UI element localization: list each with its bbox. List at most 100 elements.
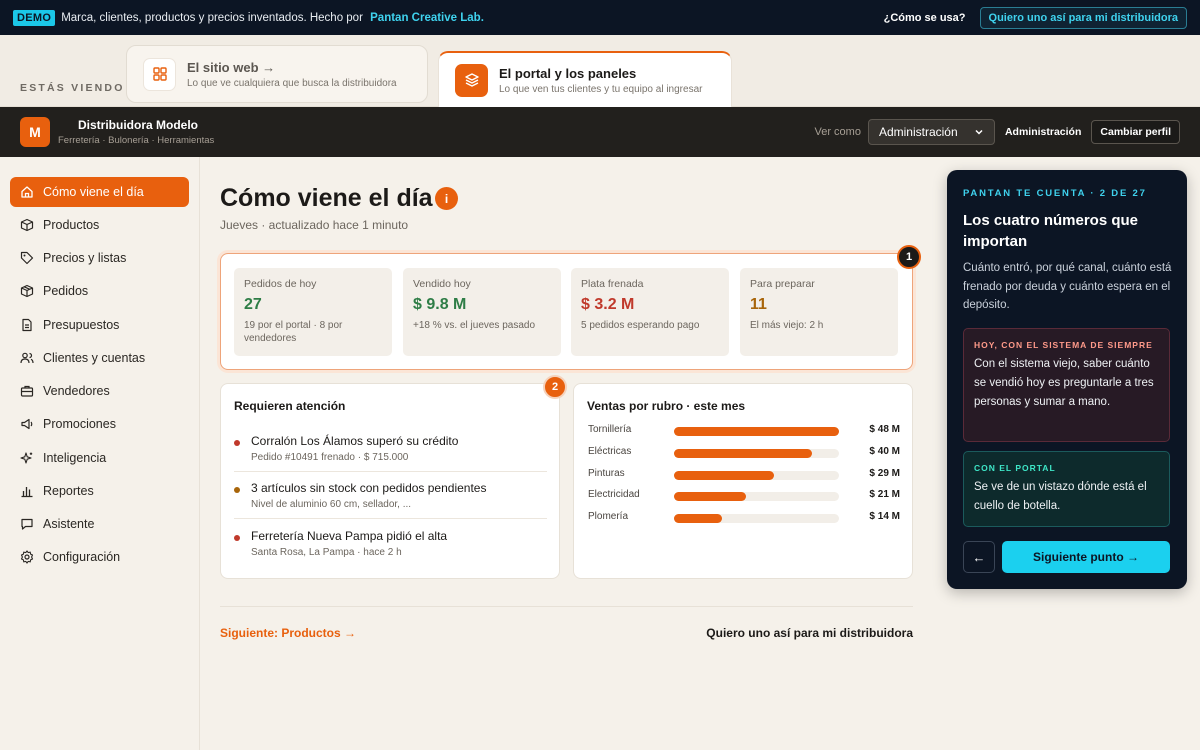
- alert-item[interactable]: Ferretería Nueva Pampa pidió el alta San…: [234, 529, 547, 558]
- users-icon: [20, 352, 34, 364]
- tour-title: Los cuatro números que importan: [963, 212, 1139, 250]
- page-title: Cómo viene el día: [220, 184, 433, 212]
- sidebar-item-label: Asistente: [43, 517, 95, 531]
- kpi-subtext: El más viejo: 2 h: [750, 320, 824, 331]
- demo-notice-text: Marca, clientes, productos y precios inv…: [61, 11, 363, 24]
- info-button[interactable]: i: [435, 187, 458, 210]
- bar-category-label: Eléctricas: [588, 445, 632, 457]
- alert-item[interactable]: 3 artículos sin stock con pedidos pendie…: [234, 481, 547, 510]
- view-as-label: Ver como: [814, 126, 861, 138]
- want-one-link[interactable]: Quiero uno así para mi distribuidora: [706, 626, 913, 640]
- tour-after-heading: CON EL PORTAL: [974, 463, 1056, 473]
- alert-item[interactable]: Corralón Los Álamos superó su crédito Pe…: [234, 434, 547, 463]
- kpi-label: Pedidos de hoy: [244, 278, 317, 290]
- demo-badge: DEMO: [13, 9, 56, 26]
- sidebar-item-label: Clientes y cuentas: [43, 351, 146, 365]
- sidebar-item-prices[interactable]: Precios y listas: [10, 243, 189, 273]
- sidebar-item-assistant[interactable]: Asistente: [10, 509, 189, 539]
- change-profile-button[interactable]: Cambiar perfil: [1091, 120, 1180, 144]
- tab-website-title: El sitio web →: [187, 59, 276, 75]
- bar: [674, 492, 747, 502]
- kpi-value: 11: [750, 296, 767, 313]
- bar: [674, 470, 774, 480]
- app-header: M Distribuidora Modelo Ferretería · Bulo…: [0, 107, 1200, 157]
- bar-category-label: Pinturas: [588, 467, 625, 479]
- kpi-label: Vendido hoy: [413, 278, 471, 290]
- bar-category-label: Electricidad: [588, 489, 640, 501]
- credit-link[interactable]: Pantan Creative Lab.: [370, 12, 484, 24]
- view-switcher: ESTÁS VIENDO El sitio web → Lo que ve cu…: [0, 35, 1200, 107]
- kpi-subtext: 19 por el portal · 8 por vendedores: [244, 320, 343, 344]
- tab-portal[interactable]: El portal y los paneles Lo que ven tus c…: [438, 51, 732, 107]
- bar-row: Electricidad $ 21 M: [588, 489, 900, 503]
- sidebar-item-reports[interactable]: Reportes: [10, 476, 189, 506]
- alert-subtitle: Pedido #10491 frenado · $ 715.000: [251, 452, 409, 463]
- sidebar-item-intelligence[interactable]: Inteligencia: [10, 443, 189, 473]
- tag-icon: [20, 251, 34, 265]
- sidebar-item-sellers[interactable]: Vendedores: [10, 376, 189, 406]
- sidebar-item-label: Promociones: [43, 417, 116, 431]
- sidebar-item-label: Cómo viene el día: [43, 185, 144, 199]
- bar: [674, 448, 812, 458]
- chat-icon: [21, 518, 33, 530]
- sidebar-item-dashboard[interactable]: Cómo viene el día: [10, 177, 189, 207]
- sidebar-item-products[interactable]: Productos: [10, 210, 189, 240]
- tour-before-box: HOY, CON EL SISTEMA DE SIEMPRE Con el si…: [963, 328, 1170, 442]
- sidebar-item-promotions[interactable]: Promociones: [10, 409, 189, 439]
- sales-by-category-card: Ventas por rubro · este mes Tornillería $…: [573, 383, 913, 579]
- attention-title: Requieren atención: [234, 399, 346, 413]
- sidebar-item-settings[interactable]: Configuración: [10, 542, 189, 572]
- briefcase-icon: [20, 385, 34, 397]
- bar-row: Tornillería $ 48 M: [588, 424, 900, 438]
- bar-track: [674, 448, 839, 458]
- current-role: Administración: [1004, 126, 1082, 138]
- tour-panel: PANTAN TE CUENTA · 2 DE 27 Los cuatro nú…: [947, 170, 1187, 589]
- how-to-link[interactable]: ¿Cómo se usa?: [884, 12, 966, 24]
- bar-category-label: Tornillería: [588, 424, 632, 435]
- kpi-label: Para preparar: [750, 278, 815, 290]
- gear-icon: [20, 550, 34, 564]
- divider: [234, 471, 547, 472]
- bar-value-label: $ 48 M: [869, 424, 900, 435]
- tab-website[interactable]: El sitio web → Lo que ve cualquiera que …: [126, 45, 428, 103]
- bar-row: Eléctricas $ 40 M: [588, 446, 900, 460]
- sales-title: Ventas por rubro · este mes: [587, 399, 746, 413]
- tour-after-body: Se ve de un vistazo dónde está el cuello…: [974, 481, 1147, 512]
- tour-next-button[interactable]: Siguiente punto →: [1002, 541, 1170, 573]
- kpi-value: $ 3.2 M: [581, 296, 635, 313]
- home-icon: [21, 186, 33, 198]
- kpi-to-prepare: Para preparar 11 El más viejo: 2 h: [740, 268, 898, 356]
- sidebar-item-orders[interactable]: Pedidos: [10, 276, 189, 306]
- role-select[interactable]: Administración: [867, 119, 995, 145]
- kpi-subtext: +18 % vs. el jueves pasado: [413, 320, 536, 331]
- tab-website-subtitle: Lo que ve cualquiera que busca la distri…: [187, 77, 397, 89]
- sidebar-item-clients[interactable]: Clientes y cuentas: [10, 343, 189, 373]
- kpi-value: 27: [244, 296, 262, 313]
- sidebar-item-label: Inteligencia: [43, 451, 107, 465]
- divider: [234, 518, 547, 519]
- alert-title: Corralón Los Álamos superó su crédito: [251, 434, 459, 448]
- tour-prev-button[interactable]: ←: [963, 541, 995, 573]
- alert-subtitle: Nivel de aluminio 60 cm, sellador, ...: [251, 499, 412, 510]
- tour-step-2-badge[interactable]: 2: [543, 375, 567, 399]
- viewing-label: ESTÁS VIENDO: [20, 82, 125, 94]
- alert-dot: [234, 487, 240, 493]
- bar-track: [674, 514, 839, 523]
- kpi-held-money: Plata frenada $ 3.2 M 5 pedidos esperand…: [571, 268, 729, 356]
- tour-step-1-badge[interactable]: 1: [897, 245, 921, 269]
- bar: [674, 514, 723, 523]
- role-select-value: Administración: [878, 125, 958, 139]
- kpi-label: Plata frenada: [581, 278, 644, 290]
- company-name: Distribuidora Modelo: [78, 118, 198, 132]
- sparkles-icon: [20, 452, 33, 464]
- want-one-button[interactable]: Quiero uno así para mi distribuidora: [979, 6, 1187, 29]
- next-section-link[interactable]: Siguiente: Productos →: [220, 626, 356, 640]
- bar-value-label: $ 40 M: [869, 445, 900, 457]
- bar-value-label: $ 14 M: [869, 511, 900, 522]
- bar-category-label: Plomería: [588, 511, 629, 522]
- sidebar-item-quotes[interactable]: Presupuestos: [10, 310, 189, 340]
- kpi-subtext: 5 pedidos esperando pago: [581, 320, 700, 331]
- kpi-orders-today: Pedidos de hoy 27 19 por el portal · 8 p…: [234, 268, 392, 356]
- box-icon: [20, 218, 34, 232]
- bar-track: [674, 492, 839, 502]
